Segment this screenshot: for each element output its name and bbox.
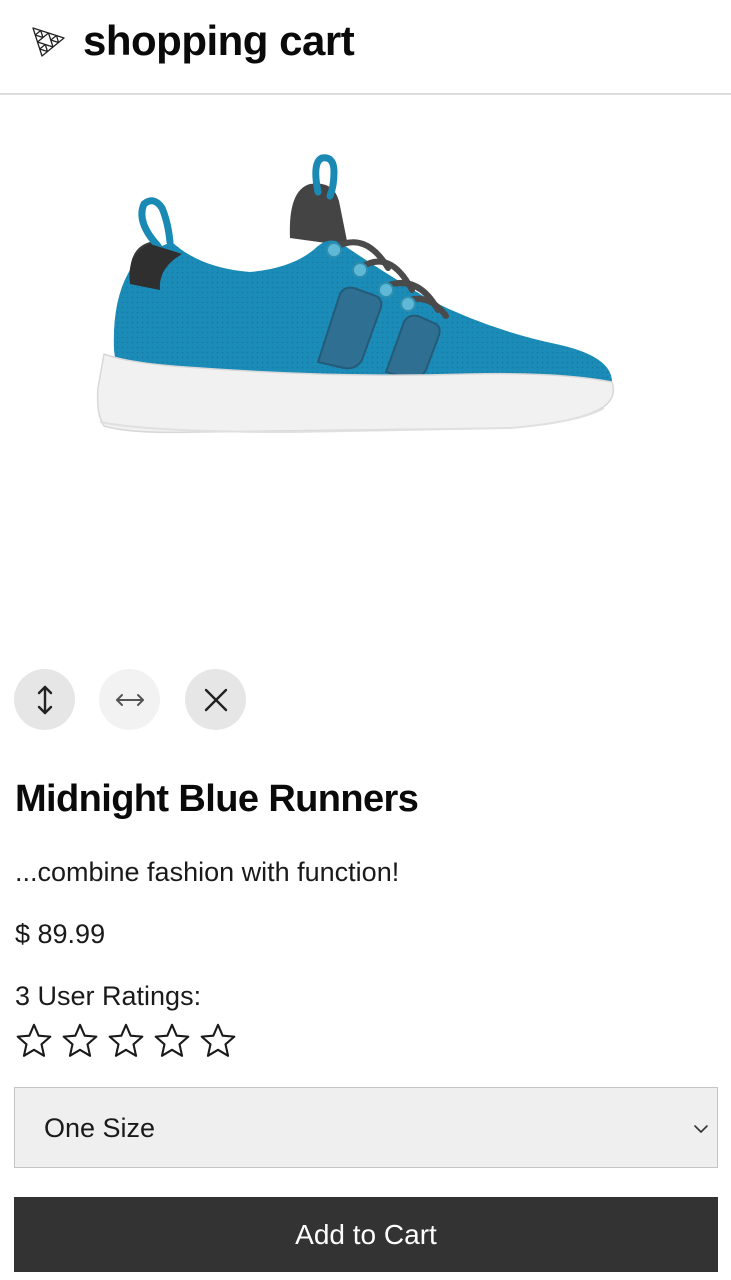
sneaker-image <box>96 154 615 434</box>
star-icon[interactable] <box>107 1022 145 1060</box>
close-button[interactable] <box>185 669 246 730</box>
star-icon[interactable] <box>61 1022 99 1060</box>
product-page: shopping cart Midnight Blue Runners ...c… <box>0 0 731 1280</box>
vertical-arrows-icon <box>37 685 52 714</box>
app-header: shopping cart <box>0 0 731 95</box>
ratings-label: 3 User Ratings: <box>15 981 202 1011</box>
horizontal-arrows-button[interactable] <box>99 669 160 730</box>
chevron-down-icon <box>694 1125 708 1133</box>
product-description: ...combine fashion with function! <box>15 857 400 887</box>
product-price: $ 89.99 <box>15 919 106 949</box>
vertical-arrows-button[interactable] <box>14 669 75 730</box>
star-icon[interactable] <box>15 1022 53 1060</box>
size-select-value: One Size <box>44 1113 156 1143</box>
product-name: Midnight Blue Runners <box>15 778 419 820</box>
star-icon[interactable] <box>153 1022 191 1060</box>
add-to-cart-button[interactable]: Add to Cart <box>14 1197 718 1272</box>
horizontal-arrows-icon <box>115 693 144 706</box>
star-rating[interactable] <box>15 1022 245 1062</box>
app-title: shopping cart <box>83 17 355 64</box>
star-icon[interactable] <box>199 1022 237 1060</box>
close-icon <box>204 688 227 711</box>
size-select[interactable]: One Size <box>14 1087 718 1168</box>
triangle-mesh-logo-icon[interactable] <box>30 24 66 60</box>
